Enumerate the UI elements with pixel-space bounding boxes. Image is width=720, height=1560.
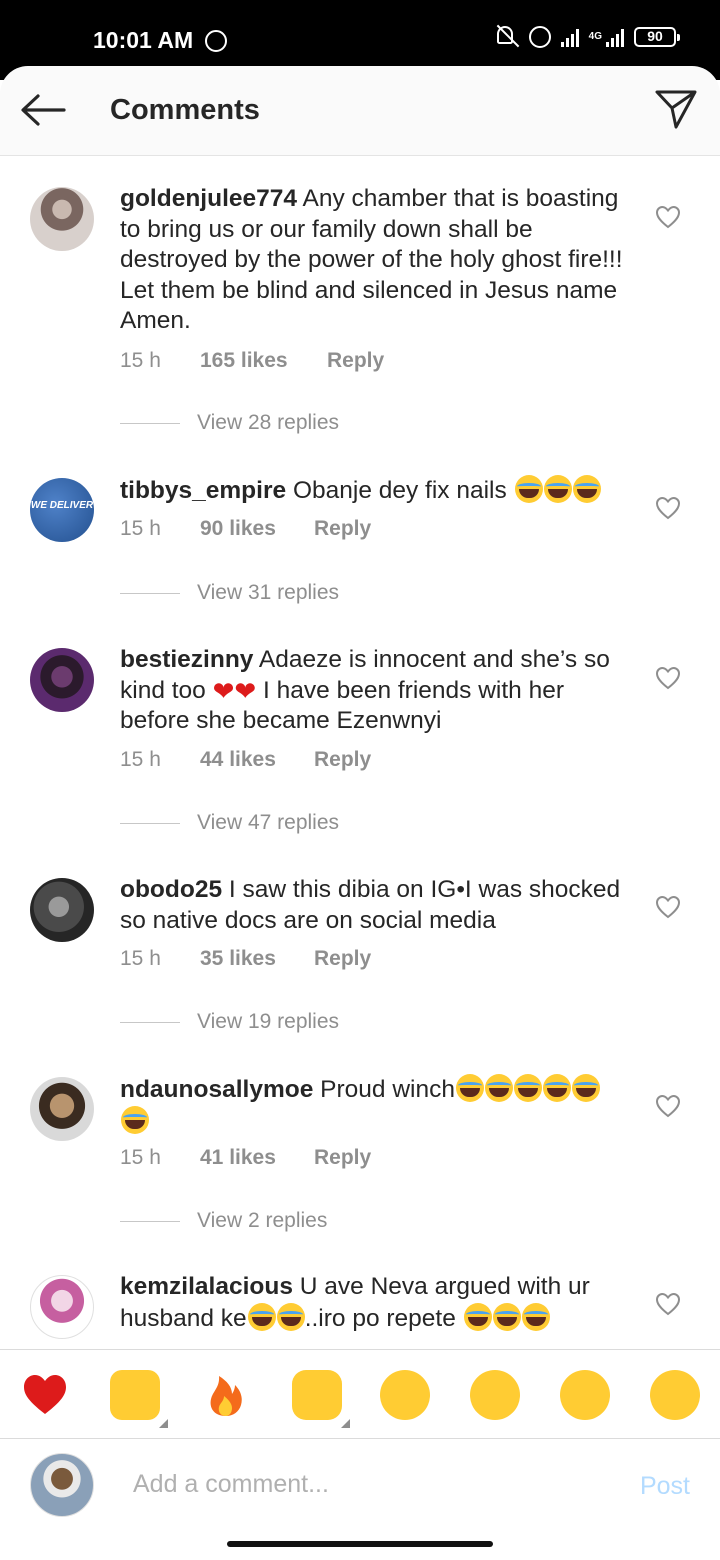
comment-meta: 15 h 90 likes Reply bbox=[120, 517, 371, 541]
laughing-tears-emoji bbox=[247, 1302, 276, 1331]
laughing-tears-emoji bbox=[543, 475, 572, 503]
surprised-face-icon[interactable] bbox=[560, 1370, 610, 1420]
red-heart-emoji: ❤❤ bbox=[212, 675, 257, 706]
avatar[interactable] bbox=[30, 878, 94, 942]
comment-text: obodo25 I saw this dibia on IG•I was sho… bbox=[120, 875, 630, 936]
fire-icon[interactable] bbox=[201, 1370, 251, 1420]
comment-meta: 15 h 165 likes Reply bbox=[120, 349, 384, 373]
laughing-tears-icon[interactable] bbox=[650, 1370, 700, 1420]
comment-likes[interactable]: 41 likes bbox=[200, 1146, 314, 1170]
laughing-tears-emoji bbox=[276, 1302, 305, 1331]
reply-button[interactable]: Reply bbox=[327, 349, 384, 373]
avatar[interactable] bbox=[30, 1077, 94, 1141]
comment-username[interactable]: ndaunosallymoe bbox=[120, 1076, 313, 1103]
heart-icon[interactable] bbox=[655, 666, 681, 690]
reply-button[interactable]: Reply bbox=[314, 517, 371, 541]
comment-text: ndaunosallymoe Proud winch bbox=[120, 1074, 630, 1137]
avatar[interactable] bbox=[30, 1275, 94, 1339]
header: Comments bbox=[0, 66, 720, 156]
comment-text: goldenjulee774 Any chamber that is boast… bbox=[120, 184, 630, 337]
avatar-logo-text: WE DELIVER bbox=[30, 500, 94, 511]
comment-username[interactable]: obodo25 bbox=[120, 876, 222, 903]
emoji-reaction-bar bbox=[0, 1349, 720, 1439]
comment-list[interactable]: goldenjulee774 Any chamber that is boast… bbox=[0, 157, 720, 1349]
view-replies-button[interactable]: View 47 replies bbox=[120, 811, 339, 835]
page-title: Comments bbox=[110, 94, 260, 126]
raising-hands-icon[interactable] bbox=[110, 1370, 168, 1428]
avatar[interactable] bbox=[30, 187, 94, 251]
status-time: 10:01 AM bbox=[93, 27, 194, 53]
comment-text: bestiezinny Adaeze is innocent and she’s… bbox=[120, 645, 630, 737]
laughing-tears-emoji bbox=[463, 1302, 492, 1331]
comment-username[interactable]: bestiezinny bbox=[120, 646, 253, 673]
avatar[interactable] bbox=[30, 648, 94, 712]
comment-meta: 15 h 35 likes Reply bbox=[120, 947, 371, 971]
signal-icon bbox=[560, 27, 579, 47]
comment-text: tibbys_empire Obanje dey fix nails bbox=[120, 475, 630, 507]
comment-input[interactable]: Add a comment... bbox=[133, 1470, 329, 1499]
comment-time: 15 h bbox=[120, 517, 161, 540]
reply-button[interactable]: Reply bbox=[314, 748, 371, 772]
heart-icon[interactable] bbox=[655, 1094, 681, 1118]
comment-username[interactable]: goldenjulee774 bbox=[120, 185, 297, 212]
network-type: 4G bbox=[588, 31, 602, 42]
signal-icon-2 bbox=[606, 27, 624, 47]
heart-icon[interactable] bbox=[655, 205, 681, 229]
back-arrow-icon[interactable] bbox=[20, 94, 66, 126]
comment-body: Proud winch bbox=[320, 1076, 455, 1103]
comment-username[interactable]: tibbys_empire bbox=[120, 477, 286, 504]
comment-likes[interactable]: 90 likes bbox=[200, 517, 314, 541]
comment-likes[interactable]: 35 likes bbox=[200, 947, 314, 971]
comment-likes[interactable]: 44 likes bbox=[200, 748, 314, 772]
comment-time: 15 h bbox=[120, 349, 161, 372]
laughing-tears-emoji bbox=[492, 1302, 521, 1331]
mute-icon bbox=[496, 24, 519, 48]
crying-face-icon[interactable] bbox=[380, 1370, 430, 1420]
alarm-icon bbox=[528, 26, 551, 48]
comment-time: 15 h bbox=[120, 748, 161, 771]
avatar[interactable] bbox=[30, 1453, 94, 1517]
laughing-tears-emoji bbox=[455, 1074, 484, 1102]
home-indicator[interactable] bbox=[227, 1541, 493, 1547]
comment-meta: 15 h 41 likes Reply bbox=[120, 1146, 371, 1170]
red-heart-icon[interactable] bbox=[20, 1370, 70, 1420]
heart-icon[interactable] bbox=[655, 895, 681, 919]
comment-time: 15 h bbox=[120, 947, 161, 970]
laughing-tears-emoji bbox=[514, 475, 543, 503]
laughing-tears-emoji bbox=[571, 1074, 600, 1102]
view-replies-button[interactable]: View 19 replies bbox=[120, 1010, 339, 1034]
comment-username[interactable]: kemzilalacious bbox=[120, 1273, 293, 1300]
laughing-tears-emoji bbox=[542, 1074, 571, 1102]
reply-button[interactable]: Reply bbox=[314, 1146, 371, 1170]
heart-icon[interactable] bbox=[655, 1292, 681, 1316]
battery-icon: 90 bbox=[634, 27, 680, 47]
view-replies-button[interactable]: View 31 replies bbox=[120, 581, 339, 605]
comment-likes[interactable]: 165 likes bbox=[200, 349, 327, 373]
view-replies-button[interactable]: View 28 replies bbox=[120, 411, 339, 435]
comment-time: 15 h bbox=[120, 1146, 161, 1169]
avatar[interactable]: WE DELIVER bbox=[30, 478, 94, 542]
heart-eyes-icon[interactable] bbox=[470, 1370, 520, 1420]
view-replies-button[interactable]: View 2 replies bbox=[120, 1209, 327, 1233]
clapping-hands-icon[interactable] bbox=[292, 1370, 350, 1428]
heart-icon[interactable] bbox=[655, 496, 681, 520]
comment-body: Obanje dey fix nails bbox=[292, 477, 507, 504]
laughing-tears-emoji bbox=[121, 1105, 149, 1134]
laughing-tears-emoji bbox=[484, 1074, 513, 1102]
comment-meta: 15 h 44 likes Reply bbox=[120, 748, 371, 772]
laughing-tears-emoji bbox=[513, 1074, 542, 1102]
laughing-tears-emoji bbox=[521, 1302, 550, 1331]
comment-text: kemzilalacious U ave Neva argued with ur… bbox=[120, 1272, 630, 1334]
post-button[interactable]: Post bbox=[640, 1472, 690, 1501]
direct-message-icon[interactable] bbox=[654, 88, 698, 130]
whatsapp-icon bbox=[205, 30, 227, 52]
reply-button[interactable]: Reply bbox=[314, 947, 371, 971]
laughing-tears-emoji bbox=[572, 475, 601, 503]
comment-body-continued: ..iro po repete bbox=[304, 1304, 456, 1332]
